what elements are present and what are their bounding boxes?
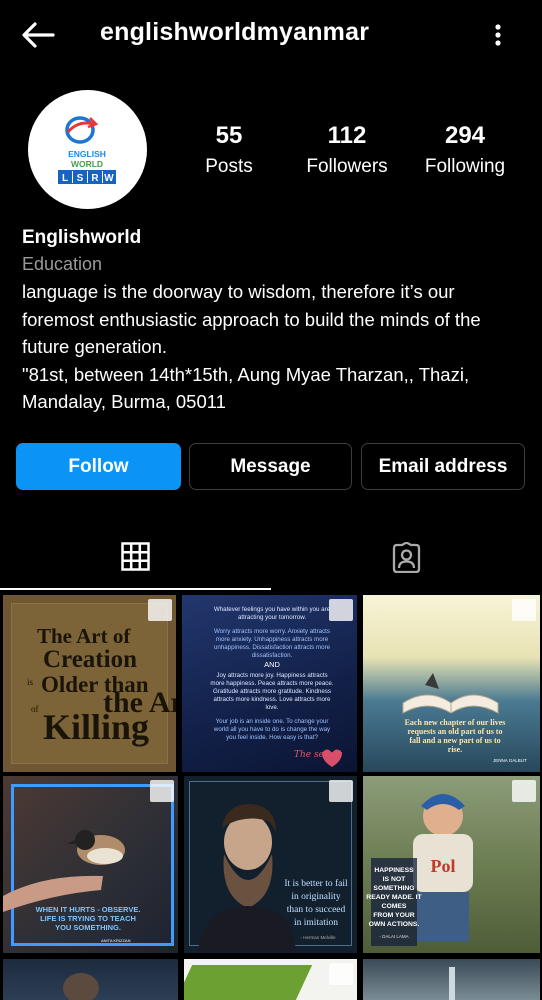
post-tile[interactable]: It is better to fail in originality than… xyxy=(184,776,357,953)
quote-author: JENNA GALBUT xyxy=(493,758,527,763)
posts-grid: The Art of Creation is Older than the Ar… xyxy=(0,592,542,1000)
avatar[interactable]: ENGLISH WORLD L S R W xyxy=(28,90,147,209)
quote-text: Killing xyxy=(43,707,149,747)
quote-text: YOU SOMETHING. xyxy=(55,923,121,932)
feelings-quote: Whatever feelings you have within you ar… xyxy=(210,606,343,767)
quote-text: Creation xyxy=(43,646,137,673)
logo-icon xyxy=(329,963,353,985)
quote-text: AND xyxy=(264,660,280,669)
logo-text-english: ENGLISH xyxy=(68,149,106,159)
quote-text: requests an old part of us to xyxy=(408,727,503,736)
following-label: Following xyxy=(424,156,506,177)
quote-text: Worry attracts more worry. Anxiety attra… xyxy=(214,628,330,635)
quote-text: Gratitude attracts more gratitude. Kindn… xyxy=(213,688,331,695)
quote-text: IS NOT xyxy=(383,876,407,883)
profile-username: englishworldmyanmar xyxy=(100,18,370,46)
quote-text: WHEN IT HURTS - OBSERVE. xyxy=(36,905,141,914)
quote-author: ANITA KRIZZAN xyxy=(101,938,131,943)
quote-text: more anxiety. Unhappiness attracts more xyxy=(216,636,329,643)
quote-text: Whatever feelings you have within you ar… xyxy=(214,606,331,613)
email-address-button[interactable]: Email address xyxy=(361,443,525,490)
quote-text: of xyxy=(31,704,39,714)
english-world-logo: ENGLISH WORLD L S R W xyxy=(58,116,116,184)
logo-letter: L xyxy=(62,173,68,184)
bio-line: language is the doorway to wisdom, there… xyxy=(22,281,455,302)
quote-text: dissatisfaction. xyxy=(252,652,293,659)
active-tab-indicator xyxy=(0,588,271,590)
book-chapter-quote: Each new chapter of our lives requests a… xyxy=(402,673,527,763)
post-tile[interactable]: The Art of Creation is Older than the Ar… xyxy=(3,595,176,772)
quote-text: rise. xyxy=(448,745,462,754)
quote-text: is xyxy=(27,677,34,687)
quote-text: OWN ACTIONS. xyxy=(369,921,420,928)
quote-text: It is better to fail xyxy=(284,878,348,889)
display-name: Englishworld xyxy=(22,227,142,248)
quote-text: The Art of xyxy=(37,624,131,648)
profile-tabs xyxy=(0,520,542,592)
bird-quote: WHEN IT HURTS - OBSERVE. LIFE IS TRYING … xyxy=(3,830,141,943)
followers-count: 112 xyxy=(327,122,367,149)
melville-quote: It is better to fail in originality than… xyxy=(198,804,348,952)
quote-text: in originality xyxy=(291,892,341,902)
quote-text: Your job is an inside one. To change you… xyxy=(216,718,329,725)
message-button[interactable]: Message xyxy=(189,443,352,490)
category-label: Education xyxy=(22,254,103,274)
logo-letter: W xyxy=(104,173,114,184)
quote-text: you feel inside. How easy is that? xyxy=(226,734,318,741)
quote-text: READY MADE. IT xyxy=(366,894,422,901)
quote-author: - Herman Melville xyxy=(300,935,336,940)
quote-text: unhappiness. Dissatisfaction attracts mo… xyxy=(214,644,331,651)
bio-address-line: Mandalay, Burma, 05011 xyxy=(22,391,226,412)
arrow-left-icon[interactable] xyxy=(20,20,56,50)
tab-posts-grid[interactable] xyxy=(0,520,271,592)
quote-text: attracts more kindness. Love attracts mo… xyxy=(214,696,331,703)
post-tile[interactable]: Pol HAPPINESS IS NOT SOMETHING READY MAD… xyxy=(363,776,540,953)
grid-icon xyxy=(121,542,150,571)
quote-text: world all you have to do is change the w… xyxy=(213,726,331,733)
tab-tagged[interactable] xyxy=(271,520,542,592)
profile-bio: Englishworld Education language is the d… xyxy=(22,226,527,416)
tagged-person-icon xyxy=(392,542,421,573)
quote-text: Joy attracts more joy. Happiness attract… xyxy=(216,672,327,679)
quote-text: fall and a new part of us to xyxy=(409,736,500,745)
quote-text: SOMETHING xyxy=(373,885,414,892)
logo-letter: R xyxy=(91,173,99,184)
quote-text: FROM YOUR xyxy=(373,912,415,919)
happiness-quote: Pol HAPPINESS IS NOT SOMETHING READY MAD… xyxy=(366,794,473,946)
follow-button[interactable]: Follow xyxy=(16,443,181,490)
posts-count: 55 xyxy=(215,122,243,149)
quote-text: COMES xyxy=(382,903,407,910)
following-count: 294 xyxy=(444,122,486,149)
quote-text: HAPPINESS xyxy=(374,867,414,874)
post-tile[interactable]: Each new chapter of our lives requests a… xyxy=(363,595,540,772)
bio-address-line: "81st, between 14th*15th, Aung Myae Thar… xyxy=(22,363,470,385)
art-creation-quote: The Art of Creation is Older than the Ar… xyxy=(27,624,176,747)
post-tile[interactable] xyxy=(3,959,178,1000)
posts-label: Posts xyxy=(205,156,253,177)
logo-text-world: WORLD xyxy=(71,159,103,169)
quote-author: - DALAI LAMA xyxy=(379,934,408,939)
post-tile[interactable] xyxy=(363,959,540,1000)
top-bar: englishworldmyanmar xyxy=(0,0,542,70)
quote-text: in imitation xyxy=(294,918,338,928)
stat-following[interactable]: 294 Following xyxy=(405,122,525,178)
stat-posts[interactable]: 55 Posts xyxy=(169,122,289,178)
logo-letter: S xyxy=(77,173,84,184)
bio-line: future generation. xyxy=(22,336,168,357)
post-tile[interactable]: WHEN IT HURTS - OBSERVE. LIFE IS TRYING … xyxy=(3,776,178,953)
shirt-text: Pol xyxy=(431,856,456,876)
post-tile[interactable]: Whatever feelings you have within you ar… xyxy=(182,595,357,772)
followers-label: Followers xyxy=(306,156,388,177)
quote-text: love. xyxy=(265,704,278,711)
more-vertical-icon[interactable] xyxy=(486,20,510,50)
bio-line: foremost enthusiastic approach to build … xyxy=(22,308,481,330)
quote-text: attracting your tomorrow. xyxy=(238,614,306,621)
quote-text: Each new chapter of our lives xyxy=(405,718,506,727)
stat-followers[interactable]: 112 Followers xyxy=(287,122,407,178)
quote-text: more happiness. Peace attracts more peac… xyxy=(210,680,333,687)
quote-text: LIFE IS TRYING TO TEACH xyxy=(40,914,136,923)
quote-text: than to succeed xyxy=(287,905,346,915)
post-tile[interactable] xyxy=(184,959,357,1000)
